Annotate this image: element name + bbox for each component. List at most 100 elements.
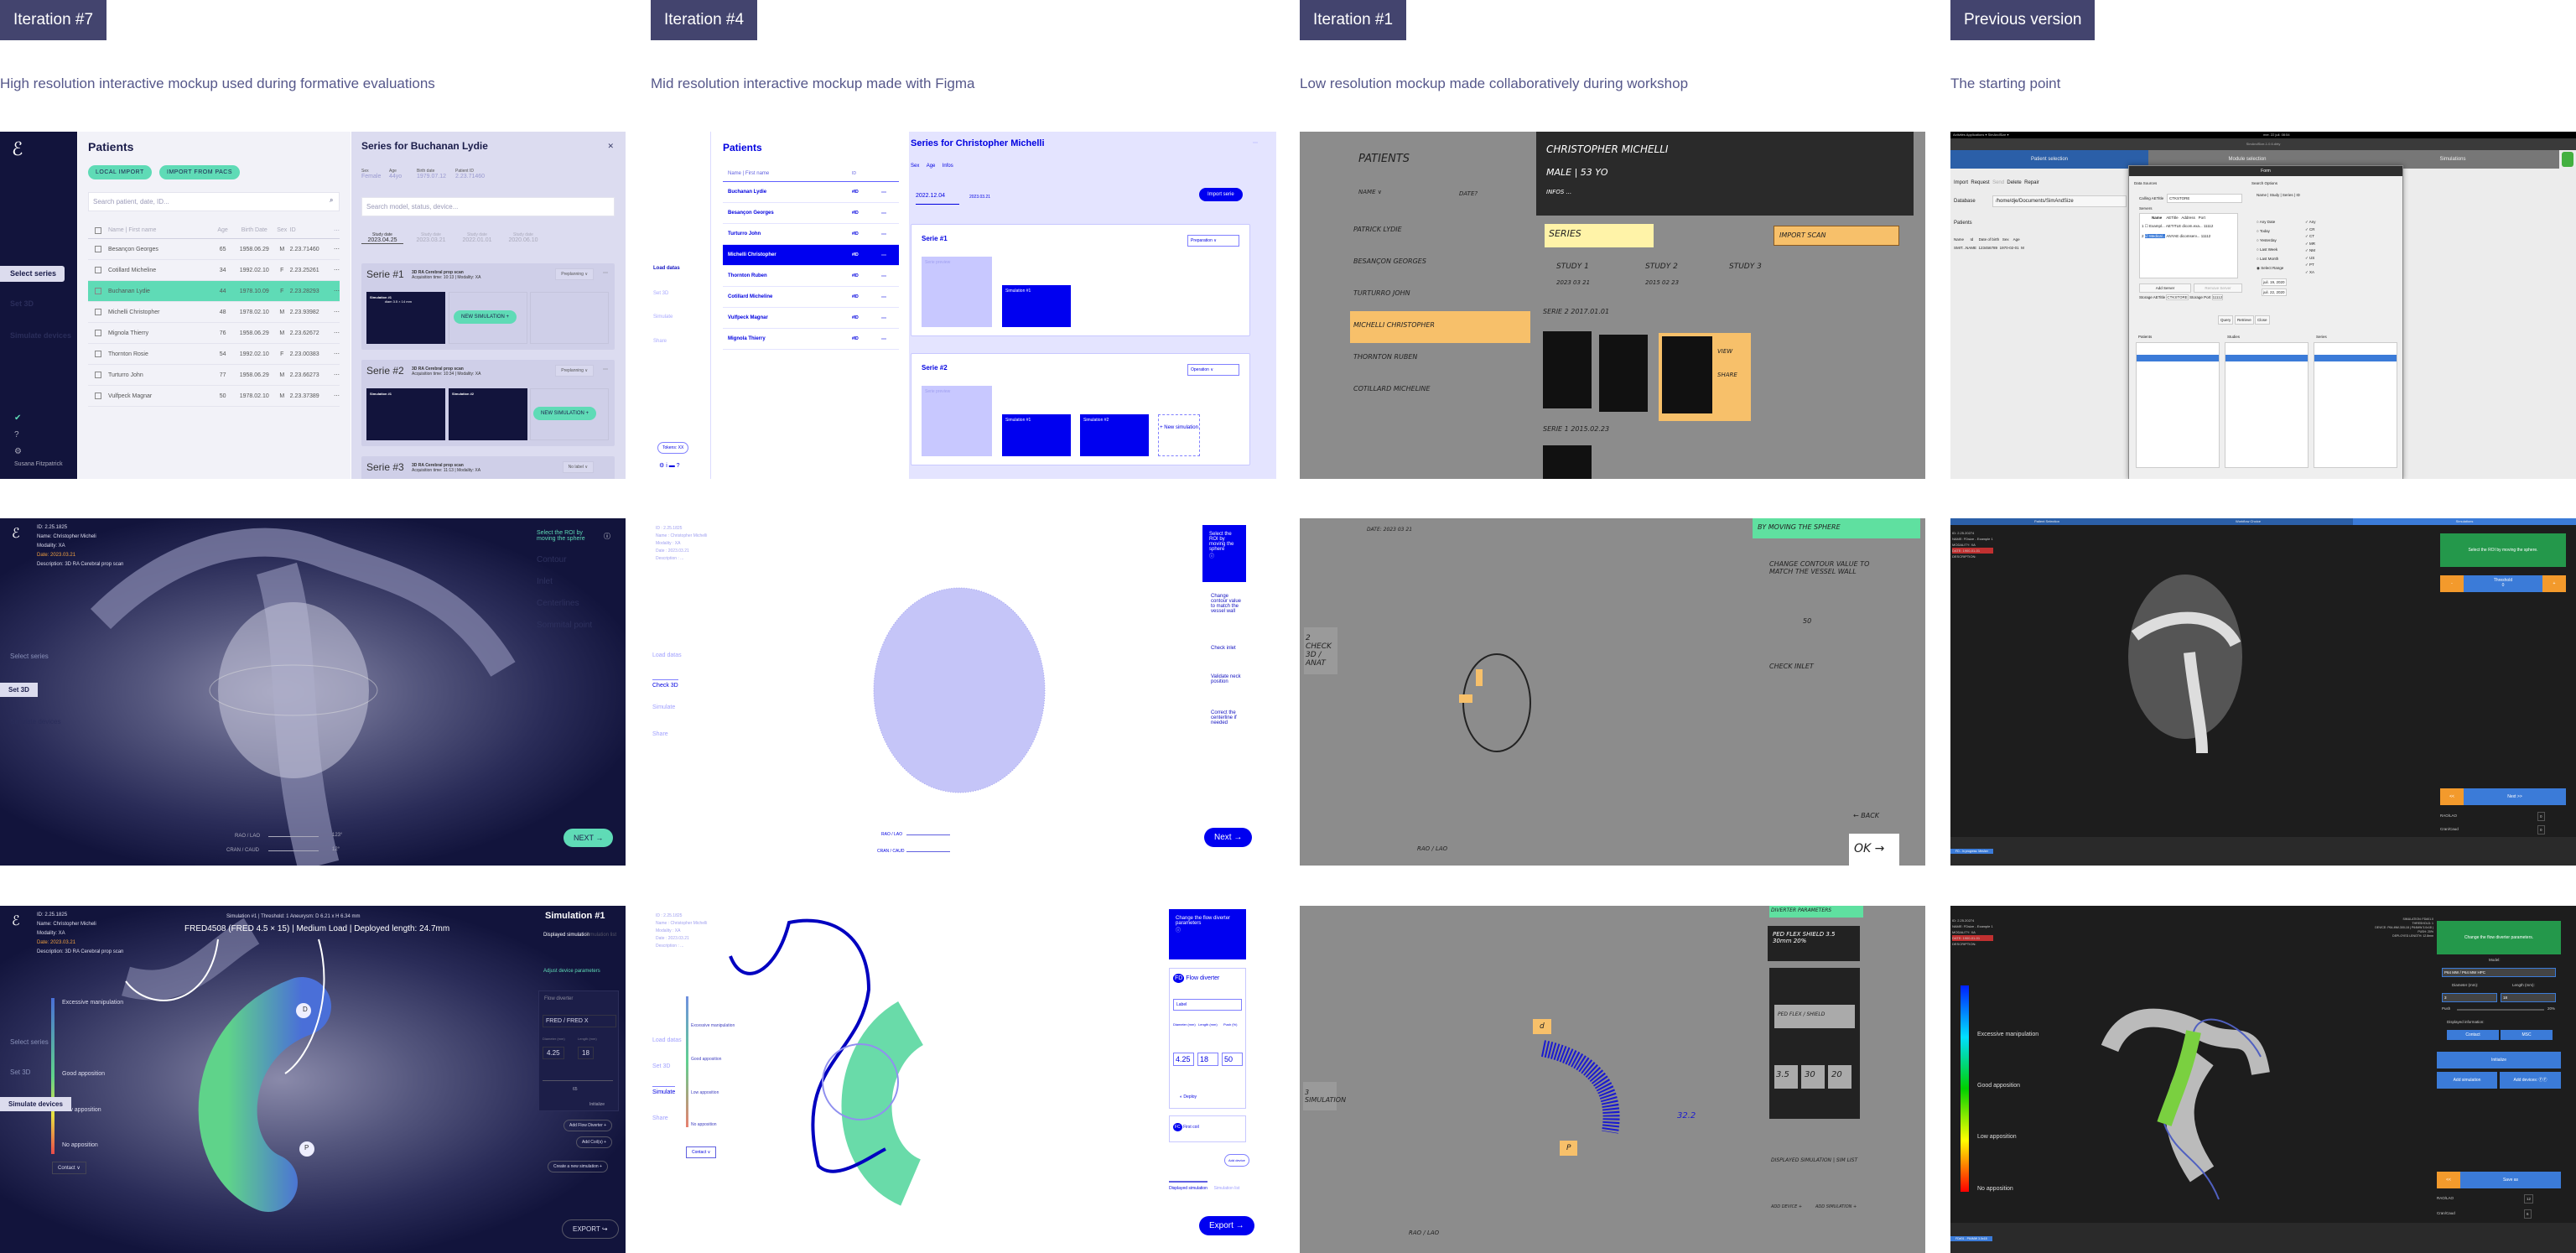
- contact-toggle[interactable]: Contact: [2447, 1030, 2499, 1040]
- model-select[interactable]: P64 MW / P64 MW HPC: [2442, 968, 2556, 977]
- patients-list[interactable]: Patients: [2136, 335, 2220, 468]
- initialize-button[interactable]: Initialize: [589, 1102, 605, 1107]
- status-chip[interactable]: FD#01 - P64MW 3.0x18: [1950, 1236, 1992, 1241]
- simulation-3d-view[interactable]: [0, 906, 626, 1253]
- gear-icon[interactable]: ⚙: [14, 447, 22, 456]
- load-slider[interactable]: [543, 1080, 613, 1081]
- tab-displayed-simulation[interactable]: Displayed simulation: [1169, 1181, 1208, 1191]
- tab-displayed-simulation[interactable]: Displayed simulation: [543, 933, 589, 938]
- step-set-3d[interactable]: Set 3D: [653, 291, 668, 296]
- add-simulation-button[interactable]: Add simulation: [2437, 1072, 2497, 1089]
- table-row[interactable]: Michelli Christopher #ID ⋯: [723, 245, 899, 266]
- col-age[interactable]: Age: [210, 227, 234, 233]
- step-set-3d[interactable]: Set 3D: [10, 1068, 30, 1076]
- more-icon[interactable]: ⋯: [325, 330, 340, 336]
- table-row[interactable]: Mignola Thierry #ID ⋯: [723, 329, 899, 350]
- table-row[interactable]: Turturro John #ID ⋯: [723, 224, 899, 245]
- date-radio[interactable]: ○ Today: [2257, 229, 2283, 238]
- simulation-card[interactable]: Simulation #1 diam 3.5 × 14 mm: [366, 292, 445, 344]
- rao-value[interactable]: 123°: [332, 833, 342, 838]
- next-button[interactable]: NEXT →: [564, 829, 614, 847]
- modality-checkbox[interactable]: ✓ CR: [2305, 227, 2316, 235]
- retrieve-button[interactable]: Retrieve: [2235, 315, 2254, 325]
- more-icon[interactable]: ⋯: [881, 315, 886, 321]
- step-select-series[interactable]: Select series: [0, 266, 65, 282]
- col-id[interactable]: ID: [290, 227, 325, 233]
- deploy-toggle[interactable]: ◐ Deploy: [1180, 1094, 1197, 1100]
- col-sex[interactable]: Sex: [274, 227, 290, 233]
- vessel-3d-view[interactable]: [651, 518, 1276, 866]
- import-serie-button[interactable]: Import serie: [1199, 188, 1243, 201]
- study-tab[interactable]: Study date 2020.06.10: [502, 232, 544, 243]
- table-row[interactable]: Besançon Georges #ID ⋯: [723, 203, 899, 224]
- length-input[interactable]: 18: [578, 1047, 594, 1059]
- step-check-3d[interactable]: Check 3D: [652, 679, 678, 689]
- step-set-3d[interactable]: Set 3D: [10, 299, 34, 309]
- next-button[interactable]: Next >>: [2464, 788, 2566, 805]
- more-icon[interactable]: ⋯: [325, 372, 340, 378]
- step-share[interactable]: Share: [653, 339, 667, 344]
- tokens-badge[interactable]: Tokens: XX: [657, 442, 689, 454]
- status-dropdown[interactable]: Preplanning ∨: [555, 365, 594, 377]
- table-row[interactable]: Buchanan Lydie 44 1978.10.09 F 2.23.28293 ⋯: [88, 281, 340, 302]
- row-checkbox[interactable]: [95, 288, 101, 294]
- study-tab[interactable]: Study date 2023.03.21: [410, 232, 452, 243]
- simulation-card[interactable]: Simulation #2: [1080, 414, 1149, 456]
- table-row[interactable]: Besançon Georges 65 1958.06.29 M 2.23.71460 ⋯: [88, 239, 340, 260]
- row-checkbox[interactable]: [95, 267, 101, 273]
- date-tab[interactable]: 2022.12.04: [916, 193, 959, 205]
- marker-p[interactable]: P: [304, 1144, 309, 1152]
- table-row[interactable]: Cotillard Micheline 34 1992.02.10 F 2.23.252…: [88, 260, 340, 281]
- rao-slider[interactable]: [268, 836, 319, 837]
- more-icon[interactable]: ⋯: [325, 309, 340, 315]
- legend-select[interactable]: Contact ∨: [686, 1146, 717, 1158]
- model-select[interactable]: FRED / FRED X: [543, 1015, 616, 1027]
- table-row[interactable]: Mignola Thierry 76 1958.06.29 M 2.23.62672 ⋯: [88, 323, 340, 344]
- server-row[interactable]: 2 ☑ Medical... ANYAE dicomserv... 11112: [2142, 234, 2210, 239]
- new-simulation-button[interactable]: NEW SIMULATION +: [533, 407, 597, 420]
- step-set-3d[interactable]: Set 3D: [652, 1063, 670, 1069]
- study-tab[interactable]: Study date 2022.01.01: [456, 232, 498, 243]
- threshold-plus-button[interactable]: +: [2542, 575, 2566, 592]
- cran-value[interactable]: 12°: [332, 847, 340, 852]
- new-simulation-button[interactable]: + New simulation: [1158, 414, 1200, 456]
- import-pacs-button[interactable]: IMPORT FROM PACS: [159, 165, 241, 179]
- step-simulate[interactable]: Simulate: [652, 704, 675, 710]
- more-icon[interactable]: ⋯: [881, 211, 886, 216]
- more-icon[interactable]: ⋯: [325, 393, 340, 399]
- length-select[interactable]: 18: [2501, 993, 2556, 1002]
- add-devices-button[interactable]: Add devices: ⒻⒻ: [2500, 1072, 2561, 1089]
- help-icon[interactable]: ?: [14, 430, 19, 439]
- series-search-input[interactable]: Search model, status, device...: [361, 197, 615, 216]
- push-input[interactable]: 50: [1222, 1053, 1243, 1066]
- database-path-input[interactable]: /home/dje/Documents/SimAndSize: [1992, 195, 2127, 207]
- modality-checkbox[interactable]: ✓ Any: [2305, 220, 2316, 227]
- cran-slider[interactable]: [268, 850, 319, 851]
- date-radio[interactable]: ◉ Select Range: [2257, 266, 2283, 275]
- step-load-datas[interactable]: Load datas: [652, 652, 682, 658]
- row-checkbox[interactable]: [95, 330, 101, 336]
- search-tabs[interactable]: Name | Study | Series | ID: [2257, 193, 2300, 197]
- step-simulate-devices[interactable]: Simulate devices: [10, 718, 60, 725]
- table-row[interactable]: Michelli Christopher 48 1978.02.10 M 2.23.93…: [88, 302, 340, 323]
- date-radio[interactable]: ○ Last Month: [2257, 257, 2283, 266]
- step-load-datas[interactable]: Load datas: [653, 266, 680, 271]
- row-checkbox[interactable]: [95, 351, 101, 357]
- next-button[interactable]: Next →: [1204, 828, 1253, 847]
- modality-checkbox[interactable]: ✓ MR: [2305, 242, 2316, 249]
- more-icon[interactable]: ⋯: [1253, 140, 1258, 146]
- msc-toggle[interactable]: MSC: [2501, 1030, 2553, 1040]
- query-button[interactable]: Query: [2218, 315, 2234, 325]
- length-input[interactable]: 18: [1197, 1053, 1218, 1066]
- help-button[interactable]: [2562, 152, 2573, 167]
- table-row[interactable]: Cotillard Micheline #ID ⋯: [723, 287, 899, 308]
- coil-card[interactable]: FC First coil: [1169, 1115, 1246, 1142]
- step-simulate[interactable]: Simulate: [653, 315, 673, 320]
- more-icon[interactable]: ⋯: [325, 246, 340, 252]
- local-import-button[interactable]: LOCAL IMPORT: [88, 165, 152, 179]
- more-icon[interactable]: ⋯: [881, 231, 886, 237]
- tab-patient-selection[interactable]: Patient selection: [1950, 150, 2148, 169]
- new-simulation-button[interactable]: NEW SIMULATION +: [454, 310, 517, 324]
- table-row[interactable]: Turturro John 77 1958.06.29 M 2.23.66273 ⋯: [88, 365, 340, 386]
- footer-icons[interactable]: ⚙ i ▬ ?: [659, 462, 680, 469]
